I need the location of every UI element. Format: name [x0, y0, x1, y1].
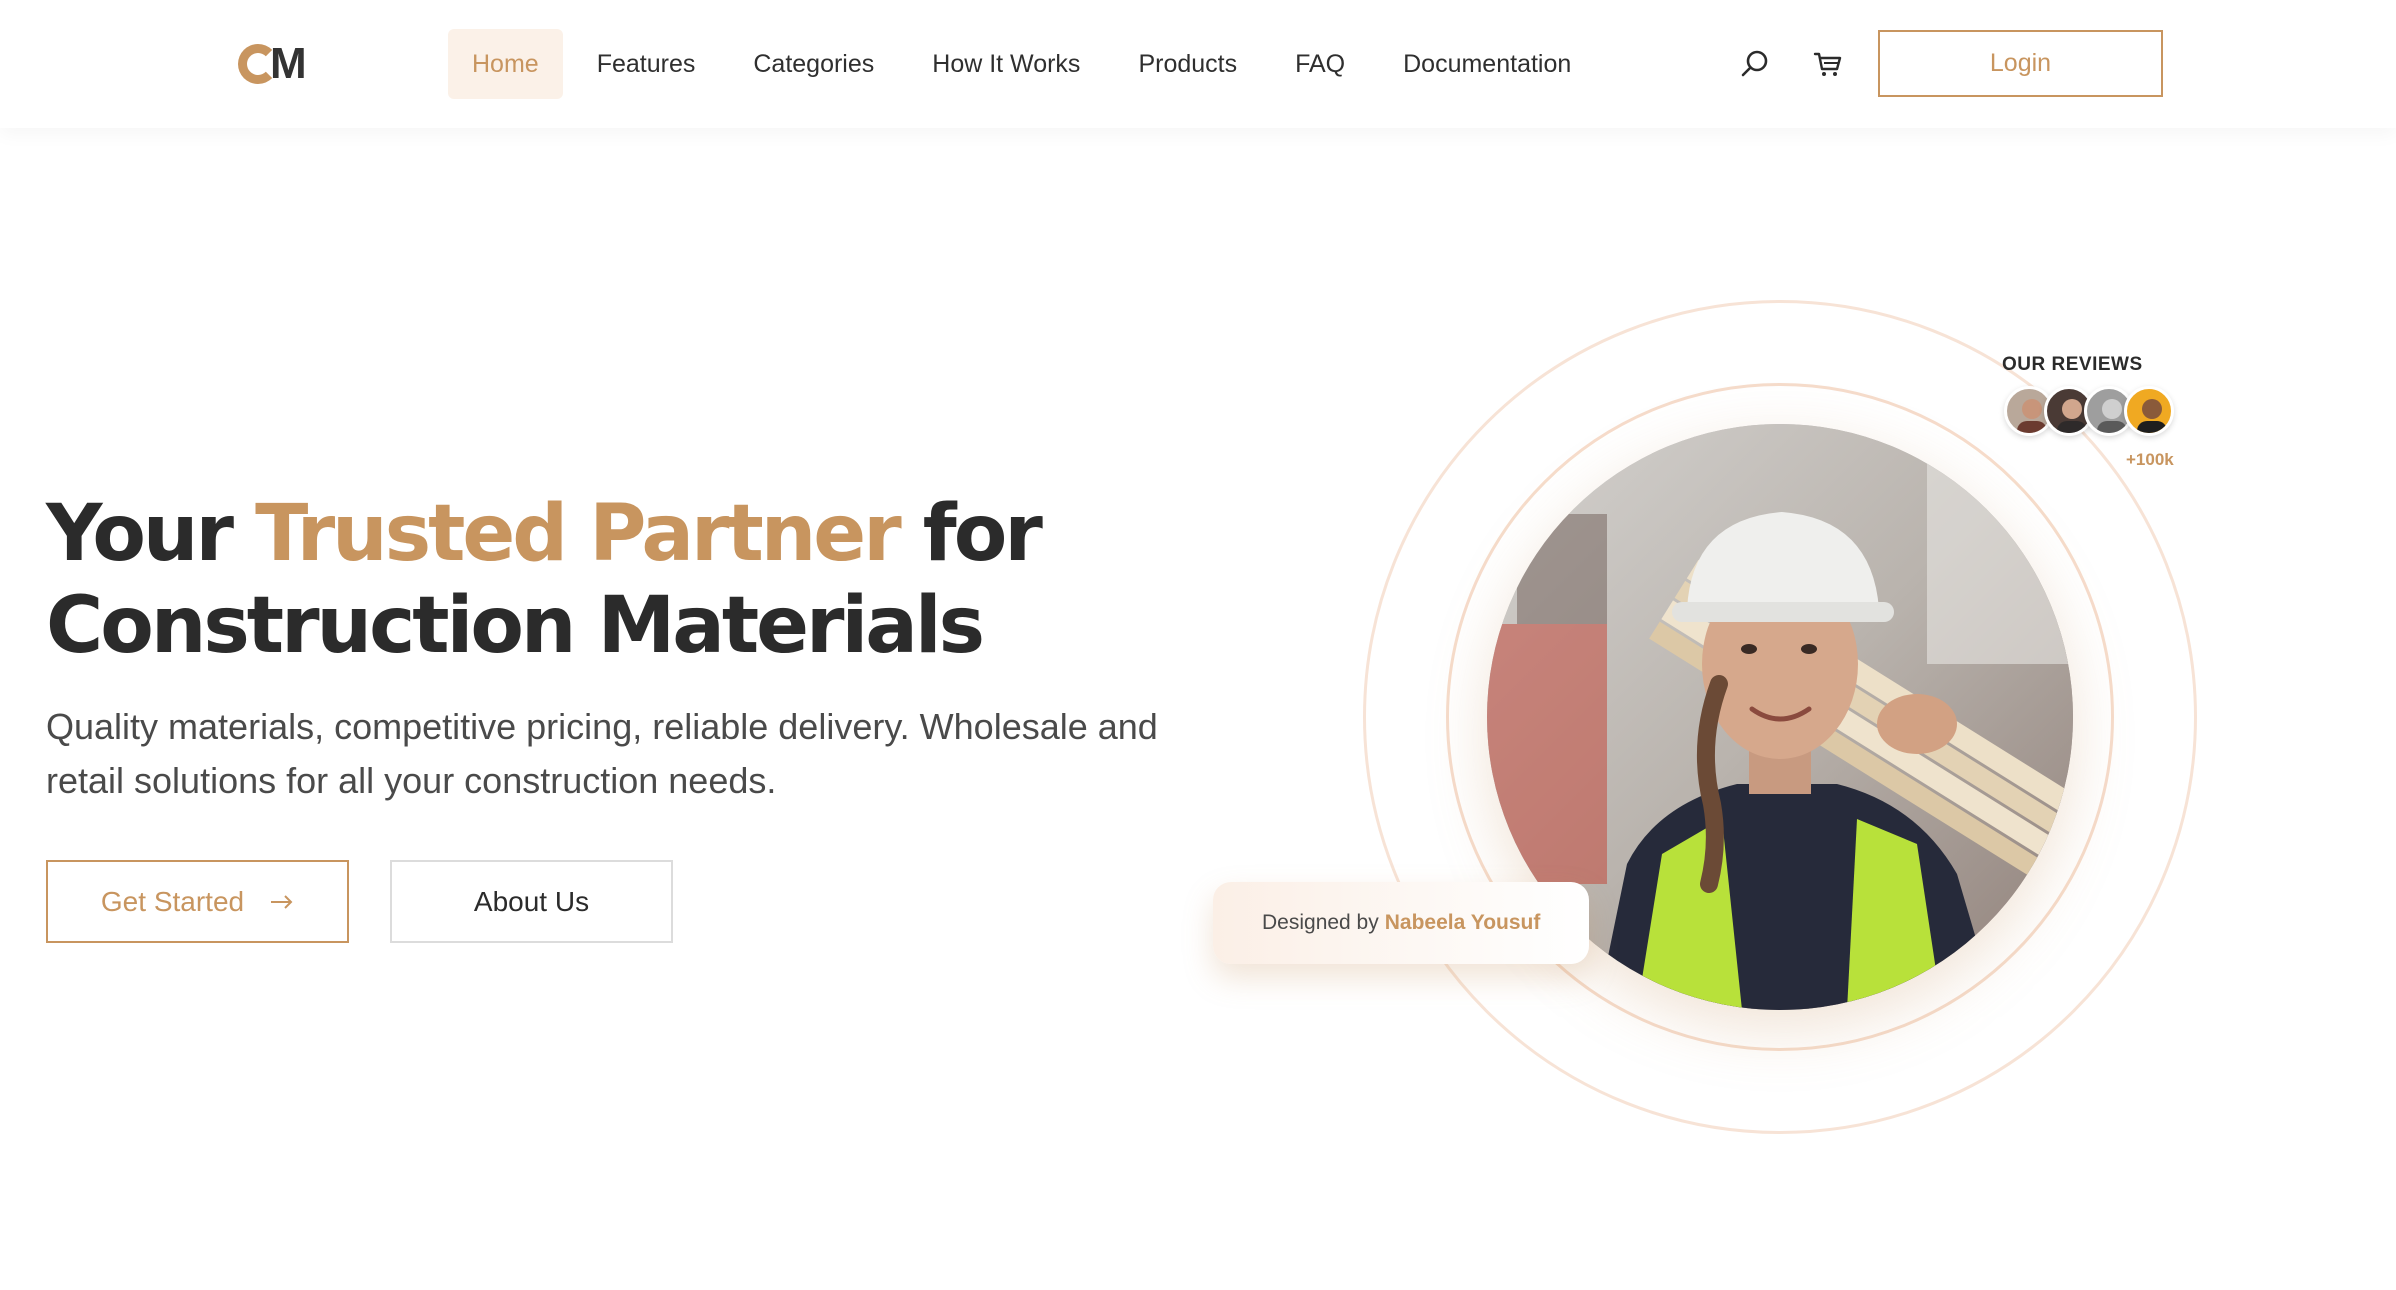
nav-item-documentation[interactable]: Documentation	[1379, 29, 1595, 99]
reviews-widget[interactable]: OUR REVIEWS +100k	[2002, 354, 2202, 469]
hero-title-part2: for	[898, 489, 1043, 579]
hero-title-accent: Trusted Partner	[255, 489, 902, 579]
nav-item-how-it-works[interactable]: How It Works	[908, 29, 1104, 99]
nav-item-categories[interactable]: Categories	[729, 29, 898, 99]
reviews-label: OUR REVIEWS	[2002, 354, 2143, 375]
logo-c-mark	[238, 44, 278, 84]
get-started-label: Get Started	[100, 885, 245, 917]
designer-credit-card: Designed by Nabeela Yousuf	[1213, 882, 1589, 964]
reviewer-avatars	[2002, 386, 2202, 438]
brand-logo[interactable]: M	[238, 36, 308, 92]
search-button[interactable]	[1735, 44, 1775, 84]
nav-item-products[interactable]: Products	[1114, 29, 1261, 99]
get-started-button[interactable]: Get Started	[46, 860, 349, 943]
login-button[interactable]: Login	[1878, 30, 2163, 97]
nav-item-features[interactable]: Features	[573, 29, 720, 99]
hero-title-line2: Construction Materials	[46, 581, 985, 671]
site-header: M Home Features Categories How It Works …	[0, 0, 2396, 128]
cart-button[interactable]	[1808, 44, 1848, 84]
main-nav: Home Features Categories How It Works Pr…	[448, 29, 1605, 99]
page: M Home Features Categories How It Works …	[0, 0, 2396, 1290]
nav-item-faq[interactable]: FAQ	[1271, 29, 1369, 99]
about-us-button[interactable]: About Us	[390, 860, 673, 943]
nav-item-home[interactable]: Home	[448, 29, 563, 99]
credit-name[interactable]: Nabeela Yousuf	[1385, 911, 1541, 935]
arrow-right-icon	[271, 894, 293, 909]
hero-title: Your Trusted Partner for Construction Ma…	[46, 488, 1146, 672]
credit-prefix: Designed by	[1262, 911, 1379, 934]
avatar	[2124, 386, 2174, 436]
cart-icon	[1813, 52, 1842, 76]
search-icon	[1741, 50, 1768, 77]
reviews-count: +100k	[2126, 450, 2174, 469]
hero-title-part1: Your	[46, 489, 256, 579]
hero-subtitle: Quality materials, competitive pricing, …	[46, 706, 1158, 801]
